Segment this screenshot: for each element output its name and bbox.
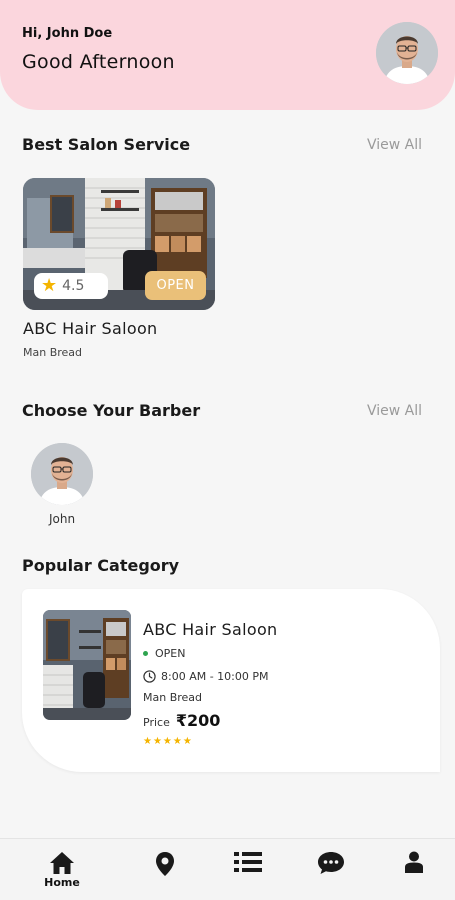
popular-salon-name: ABC Hair Saloon [143,620,278,639]
star-rating: ★★★★★ [143,736,193,747]
profile-icon [405,851,423,873]
nav-home-label: Home [44,876,80,889]
popular-price: Price ₹200 [143,711,220,730]
user-avatar[interactable] [376,22,438,84]
star-icon: ★ [41,275,58,296]
popular-status: OPEN [143,647,185,660]
popular-salon-card[interactable]: ABC Hair Saloon OPEN 8:00 AM - 10:00 PM … [22,589,440,772]
location-pin-icon [156,852,174,876]
barber-view-all-link[interactable]: View All [367,403,422,419]
nav-location[interactable] [130,839,200,900]
nav-list[interactable] [213,839,283,900]
popular-salon-photo [43,610,131,720]
home-icon [50,852,74,874]
popular-hours: 8:00 AM - 10:00 PM [143,670,269,683]
nav-home[interactable]: Home [27,839,97,900]
open-status-badge: OPEN [145,271,206,300]
rating-badge: ★ 4.5 [34,273,108,299]
user-greeting: Hi, John Doe [22,26,113,41]
popular-status-label: OPEN [155,647,186,660]
salon-name[interactable]: ABC Hair Saloon [23,319,157,338]
time-greeting: Good Afternoon [22,51,175,73]
popular-category-title: Popular Category [22,556,180,575]
list-icon [234,852,262,872]
greeting-header: Hi, John Doe Good Afternoon [0,0,455,110]
nav-profile[interactable] [379,839,449,900]
barber-avatar[interactable] [31,443,93,505]
best-salon-title: Best Salon Service [22,135,191,154]
clock-icon [143,670,156,683]
salon-subtitle: Man Bread [23,346,83,359]
salon-view-all-link[interactable]: View All [367,137,422,153]
nav-chat[interactable] [296,839,366,900]
popular-hours-text: 8:00 AM - 10:00 PM [161,670,269,683]
bottom-navigation: Home [0,838,455,900]
price-value: ₹200 [175,711,221,730]
popular-salon-subtitle: Man Bread [143,691,203,704]
choose-barber-title: Choose Your Barber [22,401,201,420]
price-label: Price [143,716,170,729]
chat-icon [318,852,344,874]
barber-name: John [48,512,76,526]
open-dot-icon [143,651,148,656]
rating-value: 4.5 [62,278,85,294]
salon-card[interactable]: ★ 4.5 OPEN [23,178,215,310]
